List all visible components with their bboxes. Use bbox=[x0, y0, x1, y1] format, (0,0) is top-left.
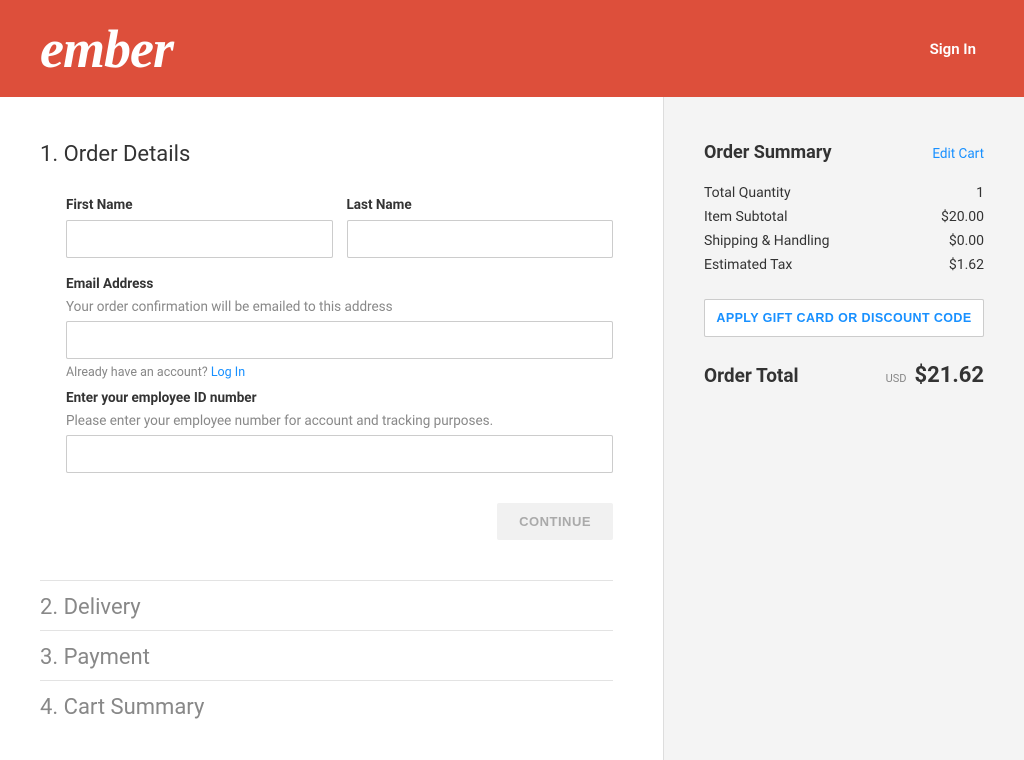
apply-discount-button[interactable]: APPLY GIFT CARD OR DISCOUNT CODE bbox=[704, 299, 984, 337]
summary-row-shipping: Shipping & Handling $0.00 bbox=[704, 233, 984, 249]
checkout-steps: 1. Order Details First Name Last Name Em… bbox=[0, 97, 664, 760]
summary-subtotal-label: Item Subtotal bbox=[704, 209, 787, 225]
first-name-label: First Name bbox=[66, 197, 333, 213]
sign-in-link[interactable]: Sign In bbox=[930, 40, 976, 58]
last-name-input[interactable] bbox=[347, 220, 614, 258]
summary-shipping-label: Shipping & Handling bbox=[704, 233, 829, 249]
step-2-title: 2. Delivery bbox=[40, 580, 613, 630]
employee-id-hint: Please enter your employee number for ac… bbox=[66, 413, 613, 429]
summary-tax-value: $1.62 bbox=[949, 257, 984, 273]
order-summary-title: Order Summary bbox=[704, 142, 832, 163]
currency-code: USD bbox=[886, 372, 907, 385]
summary-tax-label: Estimated Tax bbox=[704, 257, 792, 273]
summary-qty-value: 1 bbox=[976, 185, 984, 201]
step-4-title: 4. Cart Summary bbox=[40, 680, 613, 730]
email-input[interactable] bbox=[66, 321, 613, 359]
summary-row-qty: Total Quantity 1 bbox=[704, 185, 984, 201]
order-total-label: Order Total bbox=[704, 364, 799, 387]
last-name-label: Last Name bbox=[347, 197, 614, 213]
summary-row-tax: Estimated Tax $1.62 bbox=[704, 257, 984, 273]
summary-row-subtotal: Item Subtotal $20.00 bbox=[704, 209, 984, 225]
continue-button[interactable]: CONTINUE bbox=[497, 503, 613, 540]
employee-id-input[interactable] bbox=[66, 435, 613, 473]
edit-cart-link[interactable]: Edit Cart bbox=[932, 146, 984, 162]
step-3-title: 3. Payment bbox=[40, 630, 613, 680]
summary-shipping-value: $0.00 bbox=[949, 233, 984, 249]
first-name-input[interactable] bbox=[66, 220, 333, 258]
main-layout: 1. Order Details First Name Last Name Em… bbox=[0, 97, 1024, 760]
account-note: Already have an account? Log In bbox=[66, 365, 613, 380]
order-total-row: Order Total USD $21.62 bbox=[704, 363, 984, 388]
summary-subtotal-value: $20.00 bbox=[941, 209, 984, 225]
email-label: Email Address bbox=[66, 276, 613, 292]
brand-logo: ember bbox=[40, 22, 173, 76]
order-details-form: First Name Last Name Email Address Your … bbox=[40, 197, 613, 580]
step-1-title: 1. Order Details bbox=[40, 142, 613, 167]
order-total-value: $21.62 bbox=[915, 363, 985, 388]
log-in-link[interactable]: Log In bbox=[211, 365, 245, 380]
employee-id-label: Enter your employee ID number bbox=[66, 390, 613, 406]
summary-qty-label: Total Quantity bbox=[704, 185, 791, 201]
account-note-text: Already have an account? bbox=[66, 365, 211, 380]
top-header: ember Sign In bbox=[0, 0, 1024, 97]
order-summary-panel: Order Summary Edit Cart Total Quantity 1… bbox=[664, 97, 1024, 760]
email-hint: Your order confirmation will be emailed … bbox=[66, 299, 613, 315]
